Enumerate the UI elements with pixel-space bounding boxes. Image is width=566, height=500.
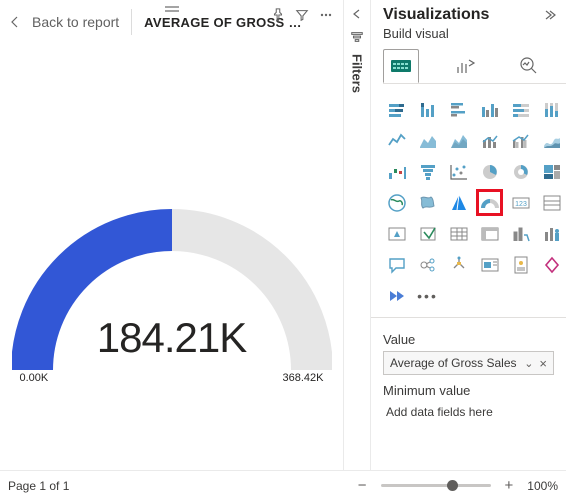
stacked-area-chart-icon[interactable] xyxy=(445,127,472,154)
remove-field-icon[interactable]: × xyxy=(539,356,547,371)
minimum-value-label: Minimum value xyxy=(383,383,554,398)
field-dropdown-icon[interactable]: ⌄ xyxy=(524,357,533,370)
slicer-icon[interactable] xyxy=(414,220,441,247)
value-field-section: Value Average of Gross Sales ⌄ × xyxy=(371,326,566,377)
more-visuals-icon[interactable]: ••• xyxy=(414,282,441,309)
stacked-column-chart-icon[interactable] xyxy=(414,96,441,123)
clustered-column-chart-icon[interactable] xyxy=(476,96,503,123)
scatter-chart-icon[interactable] xyxy=(445,158,472,185)
visual-drag-handle-icon[interactable] xyxy=(160,0,184,18)
ribbon-chart-icon[interactable] xyxy=(538,127,565,154)
pie-chart-icon[interactable] xyxy=(476,158,503,185)
area-chart-icon[interactable] xyxy=(414,127,441,154)
key-influencers-icon[interactable] xyxy=(414,251,441,278)
zoom-level[interactable]: 100% xyxy=(527,479,558,493)
filters-pane-label[interactable]: Filters xyxy=(350,54,365,93)
viz-mode-tabs xyxy=(371,45,566,83)
paginated-report-icon[interactable] xyxy=(507,251,534,278)
back-label: Back to report xyxy=(32,14,119,30)
pin-icon[interactable] xyxy=(267,4,289,26)
status-bar: Page 1 of 1 − + 100% xyxy=(0,470,566,500)
divider xyxy=(131,9,132,35)
build-visual-mode[interactable] xyxy=(383,49,419,83)
collapse-pane-icon[interactable] xyxy=(542,9,556,21)
power-apps-icon[interactable] xyxy=(538,251,565,278)
analytics-mode[interactable] xyxy=(511,49,547,83)
zoom-out-button[interactable]: − xyxy=(354,477,371,494)
expand-filters-icon[interactable] xyxy=(351,8,363,20)
zoom-in-button[interactable]: + xyxy=(501,477,518,494)
hundred-percent-stacked-bar-chart-icon[interactable] xyxy=(507,96,534,123)
value-field-label: Value xyxy=(383,332,554,347)
map-icon[interactable] xyxy=(383,189,410,216)
clustered-bar-chart-icon[interactable] xyxy=(445,96,472,123)
matrix-icon[interactable] xyxy=(476,220,503,247)
filters-pane-collapsed: Filters xyxy=(343,0,371,500)
treemap-icon[interactable] xyxy=(538,158,565,185)
page-indicator[interactable]: Page 1 of 1 xyxy=(8,479,69,493)
waterfall-chart-icon[interactable] xyxy=(383,158,410,185)
filled-map-icon[interactable] xyxy=(414,189,441,216)
chevron-left-icon xyxy=(10,15,20,29)
format-visual-mode[interactable] xyxy=(447,49,483,83)
line-stacked-column-chart-icon[interactable] xyxy=(476,127,503,154)
kpi-icon[interactable] xyxy=(383,220,410,247)
r-visual-icon[interactable] xyxy=(507,220,534,247)
hundred-percent-stacked-column-chart-icon[interactable] xyxy=(538,96,565,123)
visualization-type-grid: 123 ••• xyxy=(371,92,566,317)
line-chart-icon[interactable] xyxy=(383,127,410,154)
minimum-value-field-section: Minimum value Add data fields here xyxy=(371,377,566,422)
visualizations-subtitle: Build visual xyxy=(371,26,566,45)
multi-row-card-icon[interactable] xyxy=(538,189,565,216)
gauge-visual[interactable]: 184.21K 0.00K 368.42K xyxy=(0,44,343,500)
back-to-report-button[interactable]: Back to report xyxy=(10,14,119,30)
power-automate-icon[interactable] xyxy=(383,282,410,309)
funnel-chart-icon[interactable] xyxy=(414,158,441,185)
more-options-icon[interactable] xyxy=(315,4,337,26)
gauge-icon[interactable] xyxy=(476,189,503,216)
filters-icon xyxy=(350,30,364,44)
gauge-value-label: 184.21K xyxy=(12,314,332,362)
table-icon[interactable] xyxy=(445,220,472,247)
gauge-max-label: 368.42K xyxy=(283,372,324,384)
value-field-well[interactable]: Average of Gross Sales ⌄ × xyxy=(383,351,554,375)
decomposition-tree-icon[interactable] xyxy=(445,251,472,278)
svg-text:123: 123 xyxy=(515,201,527,208)
visualizations-pane: Visualizations Build visual 123 ••• Value… xyxy=(371,0,566,470)
stacked-bar-chart-icon[interactable] xyxy=(383,96,410,123)
card-icon[interactable]: 123 xyxy=(507,189,534,216)
donut-chart-icon[interactable] xyxy=(507,158,534,185)
smart-narrative-icon[interactable] xyxy=(476,251,503,278)
zoom-slider[interactable] xyxy=(381,484,491,487)
value-field-item: Average of Gross Sales xyxy=(390,356,517,370)
line-clustered-column-chart-icon[interactable] xyxy=(507,127,534,154)
report-canvas-area: Back to report AVERAGE OF GROSS SAL… 184… xyxy=(0,0,343,500)
minimum-value-placeholder[interactable]: Add data fields here xyxy=(383,402,554,420)
gauge-min-label: 0.00K xyxy=(20,372,49,384)
python-visual-icon[interactable] xyxy=(538,220,565,247)
visualizations-title: Visualizations xyxy=(383,6,489,24)
azure-map-icon[interactable] xyxy=(445,189,472,216)
filter-icon[interactable] xyxy=(291,4,313,26)
qa-icon[interactable] xyxy=(383,251,410,278)
